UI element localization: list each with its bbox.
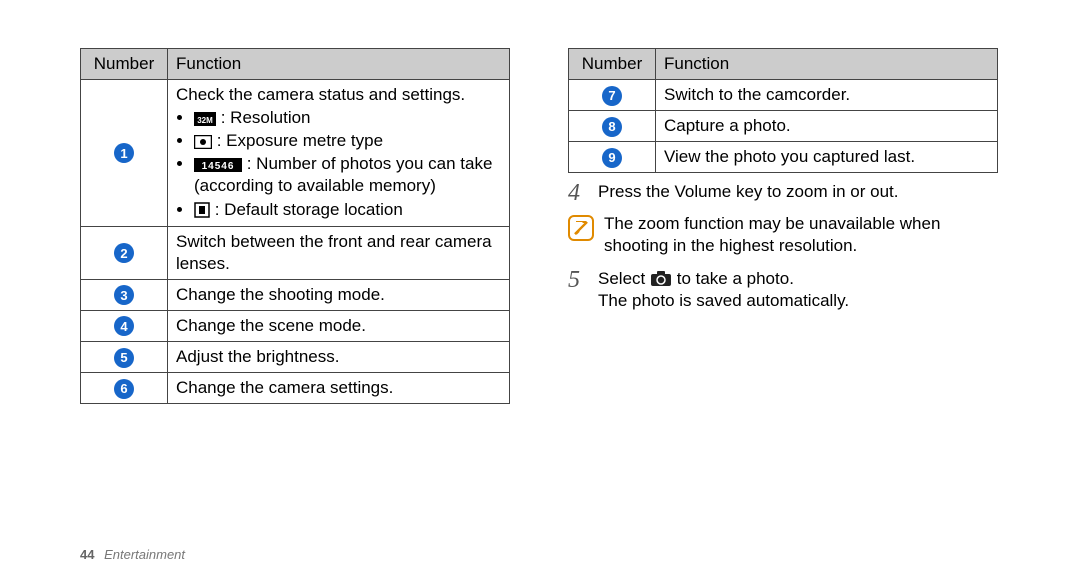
page-footer: 44 Entertainment	[80, 547, 185, 564]
exposure-icon	[194, 135, 212, 149]
svg-text:14546: 14546	[202, 161, 235, 172]
callout-number-icon: 2	[114, 243, 134, 263]
step-text: Select to take a photo. The photo is sav…	[598, 268, 998, 312]
svg-text:32M: 32M	[197, 116, 213, 125]
function-cell: View the photo you captured last.	[656, 142, 998, 173]
bullet-item: 14546 : Number of photos you can take (a…	[194, 153, 501, 197]
right-column: Number Function 7 Switch to the camcorde…	[568, 48, 998, 404]
function-cell: Check the camera status and settings. 32…	[168, 80, 510, 227]
step-text: Press the Volume key to zoom in or out.	[598, 181, 998, 205]
table-row: 1 Check the camera status and settings. …	[81, 80, 510, 227]
storage-icon	[194, 202, 210, 218]
step-number: 5	[568, 268, 588, 312]
callout-number-icon: 6	[114, 379, 134, 399]
table-row: 4 Change the scene mode.	[81, 310, 510, 341]
step5-after: to take a photo.	[677, 269, 794, 288]
header-number: Number	[81, 49, 168, 80]
note-icon	[568, 215, 594, 241]
header-function: Function	[168, 49, 510, 80]
function-bullets: 32M : Resolution : Exposure metre type	[176, 107, 501, 220]
bullet-text: : Resolution	[221, 108, 311, 127]
step5-line2: The photo is saved automatically.	[598, 290, 998, 312]
function-cell: Change the camera settings.	[168, 373, 510, 404]
function-cell: Switch to the camcorder.	[656, 80, 998, 111]
step-4: 4 Press the Volume key to zoom in or out…	[568, 181, 998, 205]
note-text: The zoom function may be unavailable whe…	[604, 213, 998, 257]
step-number: 4	[568, 181, 588, 205]
callout-number-icon: 1	[114, 143, 134, 163]
counter-icon: 14546	[194, 158, 242, 172]
table-row: 7 Switch to the camcorder.	[569, 80, 998, 111]
callout-number-icon: 7	[602, 86, 622, 106]
header-function: Function	[656, 49, 998, 80]
table-row: 2 Switch between the front and rear came…	[81, 226, 510, 279]
manual-page: Number Function 1 Check the camera statu…	[0, 0, 1080, 586]
table-header: Number Function	[81, 49, 510, 80]
section-name: Entertainment	[104, 547, 185, 562]
callout-table-right: Number Function 7 Switch to the camcorde…	[568, 48, 998, 173]
function-cell: Adjust the brightness.	[168, 342, 510, 373]
bullet-item: : Exposure metre type	[194, 130, 501, 152]
left-column: Number Function 1 Check the camera statu…	[80, 48, 510, 404]
function-cell: Change the shooting mode.	[168, 279, 510, 310]
table-row: 6 Change the camera settings.	[81, 373, 510, 404]
note-block: The zoom function may be unavailable whe…	[568, 213, 998, 257]
step5-before: Select	[598, 269, 650, 288]
callout-number-icon: 9	[602, 148, 622, 168]
callout-number-icon: 3	[114, 285, 134, 305]
header-number: Number	[569, 49, 656, 80]
bullet-text: : Default storage location	[215, 200, 403, 219]
function-cell: Capture a photo.	[656, 111, 998, 142]
camera-icon	[650, 271, 672, 287]
table-header: Number Function	[569, 49, 998, 80]
table-row: 3 Change the shooting mode.	[81, 279, 510, 310]
callout-number-icon: 4	[114, 316, 134, 336]
callout-number-icon: 5	[114, 348, 134, 368]
step-5: 5 Select to take a photo. The photo is s…	[568, 268, 998, 312]
table-row: 8 Capture a photo.	[569, 111, 998, 142]
callout-table-left: Number Function 1 Check the camera statu…	[80, 48, 510, 404]
page-number: 44	[80, 547, 94, 562]
bullet-text: : Exposure metre type	[217, 131, 383, 150]
bullet-item: 32M : Resolution	[194, 107, 501, 129]
table-row: 9 View the photo you captured last.	[569, 142, 998, 173]
content-columns: Number Function 1 Check the camera statu…	[80, 48, 1000, 404]
callout-number-icon: 8	[602, 117, 622, 137]
function-cell: Change the scene mode.	[168, 310, 510, 341]
function-cell: Switch between the front and rear camera…	[168, 226, 510, 279]
table-row: 5 Adjust the brightness.	[81, 342, 510, 373]
bullet-item: : Default storage location	[194, 199, 501, 221]
function-lead: Check the camera status and settings.	[176, 84, 501, 106]
resolution-icon: 32M	[194, 112, 216, 126]
